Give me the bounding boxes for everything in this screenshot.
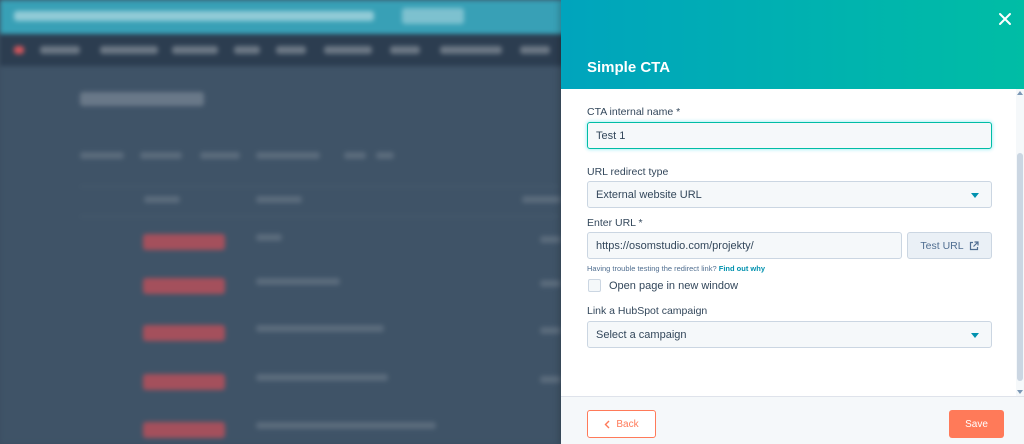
- close-icon: [999, 13, 1011, 25]
- scrollbar-thumb[interactable]: [1017, 153, 1023, 381]
- redirect-type-label: URL redirect type: [587, 166, 669, 178]
- internal-name-label: CTA internal name *: [587, 106, 681, 118]
- find-out-why-link[interactable]: Find out why: [719, 264, 765, 273]
- campaign-label: Link a HubSpot campaign: [587, 305, 708, 317]
- helper-text: Having trouble testing the redirect link…: [587, 264, 717, 273]
- panel-title: Simple CTA: [587, 59, 671, 76]
- simple-cta-panel: Simple CTA CTA internal name * Test 1 UR…: [561, 0, 1024, 444]
- internal-name-value: Test 1: [596, 129, 626, 142]
- panel-footer: Back Save: [561, 396, 1024, 444]
- scroll-up-icon[interactable]: [1017, 91, 1023, 95]
- campaign-placeholder: Select a campaign: [596, 328, 687, 341]
- panel-body: CTA internal name * Test 1 URL redirect …: [561, 89, 1024, 396]
- caret-down-icon: [971, 193, 979, 198]
- test-url-label: Test URL: [920, 239, 964, 252]
- url-value: https://osomstudio.com/projekty/: [596, 239, 754, 252]
- redirect-type-select[interactable]: External website URL: [587, 181, 992, 208]
- panel-scrollbar[interactable]: [1016, 89, 1024, 396]
- url-input[interactable]: https://osomstudio.com/projekty/: [587, 232, 902, 259]
- scroll-down-icon[interactable]: [1017, 390, 1023, 394]
- close-button[interactable]: [996, 10, 1014, 28]
- save-label: Save: [965, 418, 988, 430]
- panel-header: Simple CTA: [561, 0, 1024, 89]
- internal-name-input[interactable]: Test 1: [587, 122, 992, 149]
- save-button[interactable]: Save: [949, 410, 1004, 438]
- new-window-checkbox[interactable]: [588, 279, 601, 292]
- chevron-left-icon: [604, 420, 610, 428]
- campaign-select[interactable]: Select a campaign: [587, 321, 992, 348]
- test-url-button[interactable]: Test URL: [907, 232, 992, 259]
- back-button[interactable]: Back: [587, 410, 656, 438]
- caret-down-icon: [971, 333, 979, 338]
- external-link-icon: [969, 240, 979, 250]
- url-label: Enter URL *: [587, 217, 643, 229]
- new-window-label[interactable]: Open page in new window: [609, 280, 738, 292]
- redirect-type-value: External website URL: [596, 188, 702, 201]
- back-label: Back: [616, 418, 639, 430]
- url-helper-text: Having trouble testing the redirect link…: [587, 264, 765, 273]
